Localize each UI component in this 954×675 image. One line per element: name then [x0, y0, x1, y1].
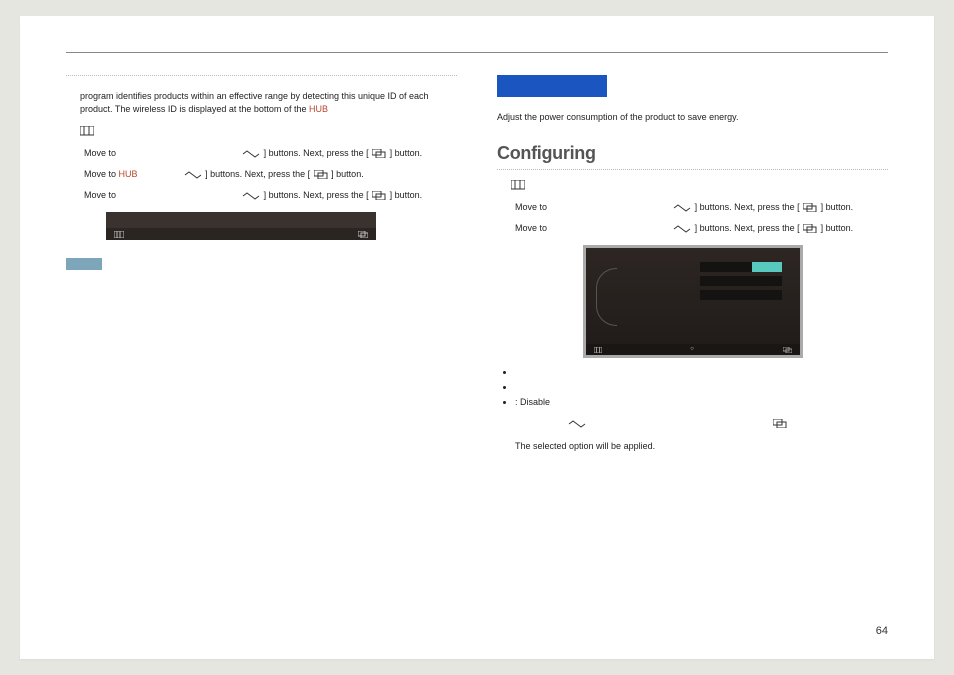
subheading: Configuring	[497, 140, 888, 170]
osd-screenshot: ○	[583, 245, 803, 358]
osd-panel	[700, 262, 782, 304]
dotted-divider	[66, 75, 457, 76]
osd-body	[586, 248, 800, 344]
osd-row	[700, 290, 782, 300]
bullet-text: : Disable	[515, 397, 550, 407]
step-text: Move to	[84, 190, 116, 200]
nav-arrows-icon	[568, 420, 586, 428]
nav-arrows-icon	[184, 171, 202, 179]
footer-dark-fill	[106, 212, 376, 228]
enter-icon	[783, 347, 792, 353]
step-row-3: Move to ] buttons. Next, press the [ ] b…	[84, 189, 457, 202]
step-text: ] button.	[821, 202, 854, 212]
menu-icon-row	[80, 126, 457, 139]
enter-icon	[372, 191, 386, 200]
nav-arrows-icon	[673, 204, 691, 212]
lead-text: Adjust the power consumption of the prod…	[497, 111, 888, 124]
top-rule	[66, 52, 888, 53]
left-column: program identifies products within an ef…	[66, 75, 457, 456]
enter-icon	[773, 419, 787, 428]
menu-icon	[594, 347, 602, 353]
step-text: ] buttons. Next, press the [	[205, 169, 310, 179]
right-column: Adjust the power consumption of the prod…	[497, 75, 888, 456]
apply-text: The selected option will be applied.	[515, 440, 888, 453]
step-text: ] button.	[390, 190, 423, 200]
footer-icon-strip	[106, 228, 376, 240]
step-row-1: Move to ] buttons. Next, press the [ ] b…	[84, 147, 457, 160]
osd-footer: ○	[586, 344, 800, 355]
two-column-layout: program identifies products within an ef…	[66, 75, 888, 456]
intro-text: program identifies products within an ef…	[80, 91, 429, 114]
hub-link-text: HUB	[309, 104, 328, 114]
osd-row	[700, 276, 782, 286]
osd-row-highlight	[700, 262, 782, 272]
final-nav-row	[567, 417, 888, 430]
step-text: ] button.	[331, 169, 364, 179]
step-row-1: Move to ] buttons. Next, press the [ ] b…	[515, 201, 888, 214]
step-row-2: Move to ] buttons. Next, press the [ ] b…	[515, 222, 888, 235]
onscreen-footer-bar	[106, 212, 376, 240]
enter-icon	[358, 231, 368, 238]
note-badge	[66, 258, 102, 270]
enter-icon	[372, 149, 386, 158]
step-text: Move to	[515, 223, 547, 233]
menu-icon-row	[511, 180, 888, 193]
osd-footer-mid: ○	[690, 345, 694, 354]
step-text: ] button.	[821, 223, 854, 233]
step-text: Move to	[515, 202, 547, 212]
list-item	[515, 366, 888, 379]
nav-arrows-icon	[242, 192, 260, 200]
enter-icon	[314, 170, 328, 179]
arc-graphic	[596, 268, 617, 326]
step-text: ] buttons. Next, press the [	[264, 190, 369, 200]
list-item: : Disable	[515, 396, 888, 409]
page: program identifies products within an ef…	[20, 16, 934, 659]
step-text: Move to	[84, 148, 116, 158]
hub-link-text: HUB	[119, 169, 138, 179]
menu-icon	[511, 180, 525, 190]
step-text: ] buttons. Next, press the [	[695, 223, 800, 233]
menu-icon	[114, 231, 124, 238]
enter-icon	[803, 203, 817, 212]
step-text: ] buttons. Next, press the [	[264, 148, 369, 158]
document-page-container: program identifies products within an ef…	[0, 0, 954, 675]
step-text: Move to	[84, 169, 119, 179]
step-text: ] button.	[390, 148, 423, 158]
section-title-block	[497, 75, 607, 97]
step-row-2: Move to HUB ] buttons. Next, press the […	[84, 168, 457, 181]
menu-icon	[80, 126, 94, 136]
enter-icon	[803, 224, 817, 233]
page-number: 64	[876, 625, 888, 637]
list-item	[515, 381, 888, 394]
option-list: : Disable	[505, 366, 888, 409]
step-text: ] buttons. Next, press the [	[695, 202, 800, 212]
nav-arrows-icon	[242, 150, 260, 158]
intro-paragraph: program identifies products within an ef…	[80, 90, 457, 116]
nav-arrows-icon	[673, 225, 691, 233]
